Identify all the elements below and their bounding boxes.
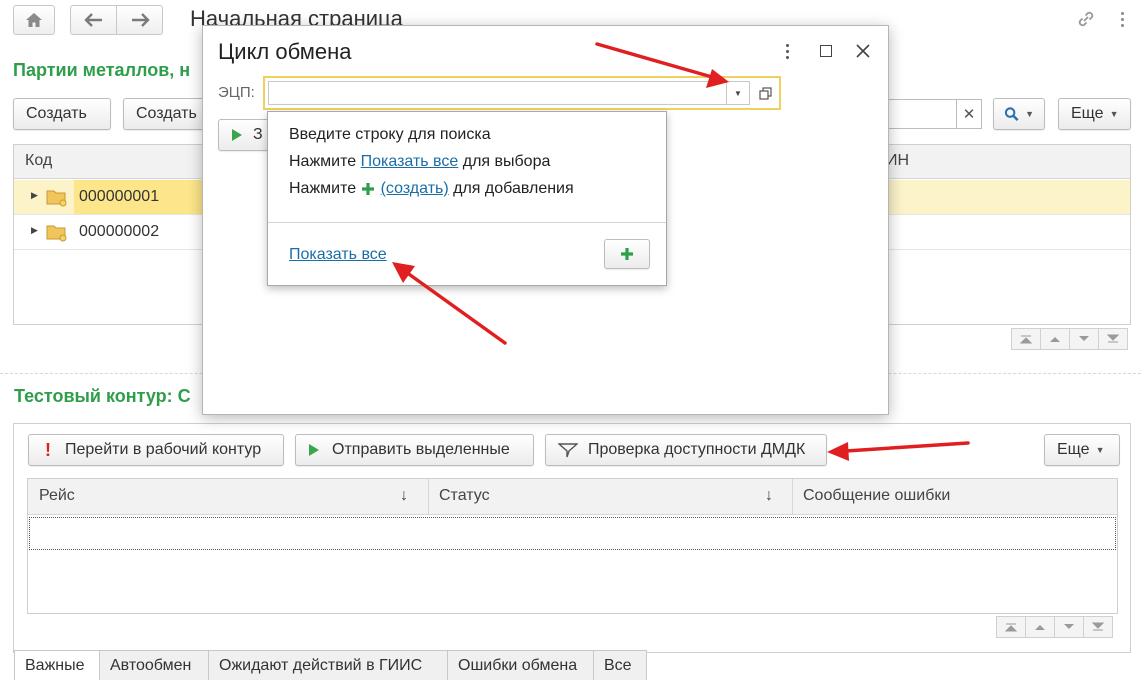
create-inline-link[interactable]: (создать) [381,180,449,198]
section1-scroll-controls [1011,328,1128,350]
ecp-choice-popup: Введите строку для поиска Нажмите Показа… [267,111,667,286]
tab-label: Важные [25,656,85,674]
folder-icon [46,190,67,207]
chevron-down-icon: ▼ [1025,109,1034,119]
popup-hint-search: Введите строку для поиска [289,126,491,143]
section1-more-button[interactable]: Еще ▼ [1058,98,1131,130]
popup-divider [268,222,666,223]
create-second-button[interactable]: Создать [123,98,213,130]
popup-hint-select-prefix: Нажмите [289,153,361,170]
kebab-menu-icon[interactable] [1112,8,1132,30]
send-selected-label: Отправить выделенные [332,441,510,458]
table-row[interactable] [29,517,1116,550]
dialog-kebab-icon[interactable] [779,42,795,60]
section2-title: Тестовый контур: С [14,386,191,406]
arrow-left-icon [83,13,102,27]
column-header-code[interactable]: Код [25,152,52,170]
scroll-up-icon[interactable] [1025,616,1055,638]
clear-search-button[interactable]: ✕ [956,99,982,129]
home-icon [26,13,42,27]
forward-button[interactable] [116,5,163,35]
arrow-right-icon [131,13,150,27]
section1-more-label: Еще [1071,105,1104,122]
tab-important[interactable]: Важные [14,650,100,680]
popup-hint-create-prefix: Нажмите [289,180,361,197]
link-icon[interactable] [1075,8,1097,35]
scroll-down-icon[interactable] [1054,616,1084,638]
filter-icon [558,443,578,458]
home-button[interactable] [13,5,55,35]
sort-down-icon[interactable]: ↓ [400,487,408,505]
show-all-inline-link[interactable]: Показать все [361,153,459,170]
show-all-link[interactable]: Показать все [289,246,387,264]
column-header-inn[interactable]: ИН [886,152,909,170]
tab-label: Ожидают действий в ГИИС [219,656,423,674]
tab-label: Все [604,656,632,674]
expand-triangle-icon[interactable]: ▶ [31,190,38,201]
send-selected-button[interactable]: Отправить выделенные [295,434,534,466]
popup-hint-create-suffix: для добавления [448,180,574,197]
check-dmdk-button[interactable]: Проверка доступности ДМДК [545,434,827,466]
search-icon [1004,107,1019,121]
scroll-bottom-icon[interactable] [1083,616,1113,638]
close-icon[interactable] [856,44,870,58]
plus-icon [621,248,633,260]
ecp-input[interactable] [268,81,726,105]
folder-icon [46,225,67,242]
section2-more-button[interactable]: Еще ▼ [1044,434,1120,466]
create-second-label: Создать [136,105,197,122]
scroll-top-icon[interactable] [996,616,1026,638]
tab-label: Ошибки обмена [458,656,578,674]
play-icon [309,444,319,456]
section2-grid: Рейс ↓ Статус ↓ Сообщение ошибки [27,478,1118,614]
goto-work-label: Перейти в рабочий контур [65,441,262,458]
maximize-icon[interactable] [820,45,832,57]
exclamation-icon: ! [45,439,51,460]
tab-awaiting-giis[interactable]: Ожидают действий в ГИИС [208,650,448,680]
section2-more-label: Еще [1057,441,1090,458]
chevron-down-icon: ▼ [1095,445,1105,455]
popup-hint-select: Нажмите Показать все для выбора [289,153,550,171]
popup-add-button[interactable] [604,239,650,269]
tab-label: Автообмен [110,656,192,674]
scroll-up-icon[interactable] [1040,328,1070,350]
section1-search-input[interactable] [885,99,957,129]
section2-grid-header [28,479,1117,515]
open-window-icon [758,86,772,100]
tab-autoexchange[interactable]: Автообмен [99,650,209,680]
back-button[interactable] [70,5,117,35]
expand-triangle-icon[interactable]: ▶ [31,225,38,236]
dialog-title: Цикл обмена [218,39,352,64]
column-header-status[interactable]: Статус [439,487,490,505]
ecp-dropdown-button[interactable]: ▼ [726,81,750,105]
row-code: 000000001 [79,188,160,205]
search-button[interactable]: ▼ [993,98,1045,130]
close-icon: ✕ [962,106,976,123]
column-header-error-message[interactable]: Сообщение ошибки [803,487,950,505]
popup-hint-select-suffix: для выбора [458,153,551,170]
sort-down-icon[interactable]: ↓ [765,487,773,505]
create-button-label: Создать [26,105,87,122]
plus-icon [361,183,374,195]
section2-scroll-controls [996,616,1113,638]
column-header-trip[interactable]: Рейс [39,487,75,505]
popup-hint-create: Нажмите (создать) для добавления [289,180,574,198]
check-dmdk-label: Проверка доступности ДМДК [588,441,806,458]
scroll-top-icon[interactable] [1011,328,1041,350]
dialog-run-label: З [253,126,263,143]
row-code: 000000002 [79,223,160,240]
ecp-open-button[interactable] [753,81,777,105]
play-icon [232,129,242,141]
scroll-down-icon[interactable] [1069,328,1099,350]
create-button[interactable]: Создать [13,98,111,130]
goto-work-contour-button[interactable]: ! Перейти в рабочий контур [28,434,284,466]
ecp-label: ЭЦП: [218,84,255,101]
chevron-down-icon: ▼ [734,88,742,98]
tab-exchange-errors[interactable]: Ошибки обмена [447,650,594,680]
section1-title: Партии металлов, н [13,60,191,80]
chevron-down-icon: ▼ [1109,109,1119,119]
tab-all[interactable]: Все [593,650,647,680]
scroll-bottom-icon[interactable] [1098,328,1128,350]
